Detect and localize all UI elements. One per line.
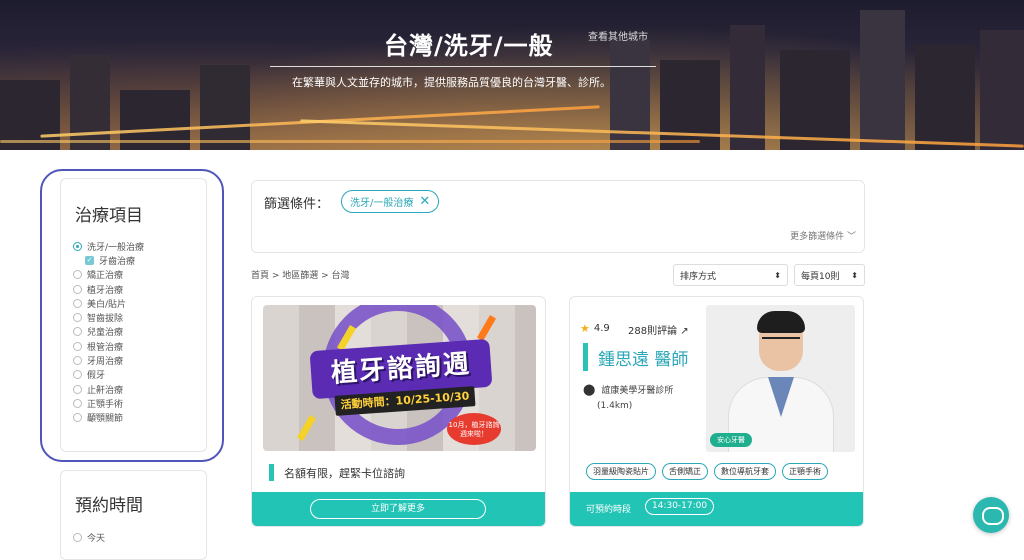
sort-select[interactable]: 排序方式 ⬍ bbox=[673, 264, 788, 286]
specialty-tag[interactable]: 數位導航牙套 bbox=[714, 463, 776, 480]
specialty-tag[interactable]: 舌側矯正 bbox=[662, 463, 708, 480]
time-slot[interactable]: 14:30-17:00 bbox=[645, 498, 715, 515]
booking-title: 預約時間 bbox=[75, 496, 143, 516]
promo-footer: 立即了解更多 bbox=[252, 492, 545, 526]
distance: (1.4km) bbox=[597, 401, 633, 411]
specialty-tag[interactable]: 羽量級陶瓷貼片 bbox=[586, 463, 656, 480]
filter-box: 篩選條件： 洗牙/一般治療 ✕ 更多篩選條件 ﹀ bbox=[251, 180, 865, 253]
booking-option-today[interactable]: 今天 bbox=[73, 531, 105, 544]
other-cities-link[interactable]: 查看其他城市 bbox=[588, 28, 648, 43]
radio-icon[interactable] bbox=[73, 533, 82, 542]
divider bbox=[270, 66, 656, 67]
filter-chip[interactable]: 洗牙/一般治療 ✕ bbox=[341, 190, 440, 213]
highlight-ring bbox=[40, 169, 224, 462]
promo-card[interactable]: 植牙諮詢週 活動時間：10/25-10/30 10月，植牙諮詢週來啦！ 名額有限… bbox=[251, 296, 546, 527]
doctor-card[interactable]: ★ 4.9 288則評論 ↗ 鍾思遠 醫師 ⬤ 誼康美學牙醫診所 (1.4km) 安… bbox=[569, 296, 864, 527]
promo-note: 名額有限，趕緊卡位諮詢 bbox=[269, 464, 405, 481]
filter-label: 篩選條件： bbox=[264, 197, 330, 212]
booking-time-panel: 預約時間 今天 bbox=[60, 470, 207, 560]
available-label: 可預約時段 bbox=[586, 505, 632, 515]
badge: 安心牙醫 bbox=[710, 433, 752, 447]
more-filters-link[interactable]: 更多篩選條件 ﹀ bbox=[790, 229, 856, 242]
availability-footer: 可預約時段 14:30-17:00 bbox=[570, 492, 863, 526]
location-pin-icon: ⬤ bbox=[583, 383, 596, 396]
per-page-select[interactable]: 每頁10則 ⬍ bbox=[794, 264, 865, 286]
doctor-photo[interactable]: 安心牙醫 bbox=[706, 305, 855, 452]
select-arrow-icon: ⬍ bbox=[774, 270, 781, 280]
breadcrumb[interactable]: 首頁 > 地區篩選 > 台灣 bbox=[251, 268, 350, 281]
specialty-tags: 羽量級陶瓷貼片 舌側矯正 數位導航牙套 正顎手術 bbox=[586, 463, 828, 480]
rating: ★ 4.9 bbox=[580, 322, 610, 335]
promo-banner-tag: 10月，植牙諮詢週來啦！ bbox=[447, 413, 501, 445]
external-link-icon: ↗ bbox=[680, 326, 689, 337]
promo-image[interactable]: 植牙諮詢週 活動時間：10/25-10/30 10月，植牙諮詢週來啦！ bbox=[263, 305, 536, 451]
hero-subtitle: 在繁華與人文並存的城市，提供服務品質優良的台灣牙醫、診所。 bbox=[292, 76, 611, 89]
chevron-down-icon: ﹀ bbox=[846, 232, 856, 242]
reviews-link[interactable]: 288則評論 ↗ bbox=[628, 322, 689, 337]
chat-icon[interactable] bbox=[973, 497, 1009, 533]
close-icon[interactable]: ✕ bbox=[419, 194, 430, 209]
page-title: 台灣/洗牙/一般 bbox=[384, 32, 554, 60]
hero-banner: 台灣/洗牙/一般 查看其他城市 在繁華與人文並存的城市，提供服務品質優良的台灣牙… bbox=[0, 0, 1024, 150]
specialty-tag[interactable]: 正顎手術 bbox=[782, 463, 828, 480]
learn-more-button[interactable]: 立即了解更多 bbox=[310, 499, 486, 519]
star-icon: ★ bbox=[580, 322, 590, 335]
select-arrow-icon: ⬍ bbox=[851, 270, 858, 280]
clinic-name: ⬤ 誼康美學牙醫診所 bbox=[583, 383, 674, 396]
doctor-name[interactable]: 鍾思遠 醫師 bbox=[583, 343, 688, 371]
